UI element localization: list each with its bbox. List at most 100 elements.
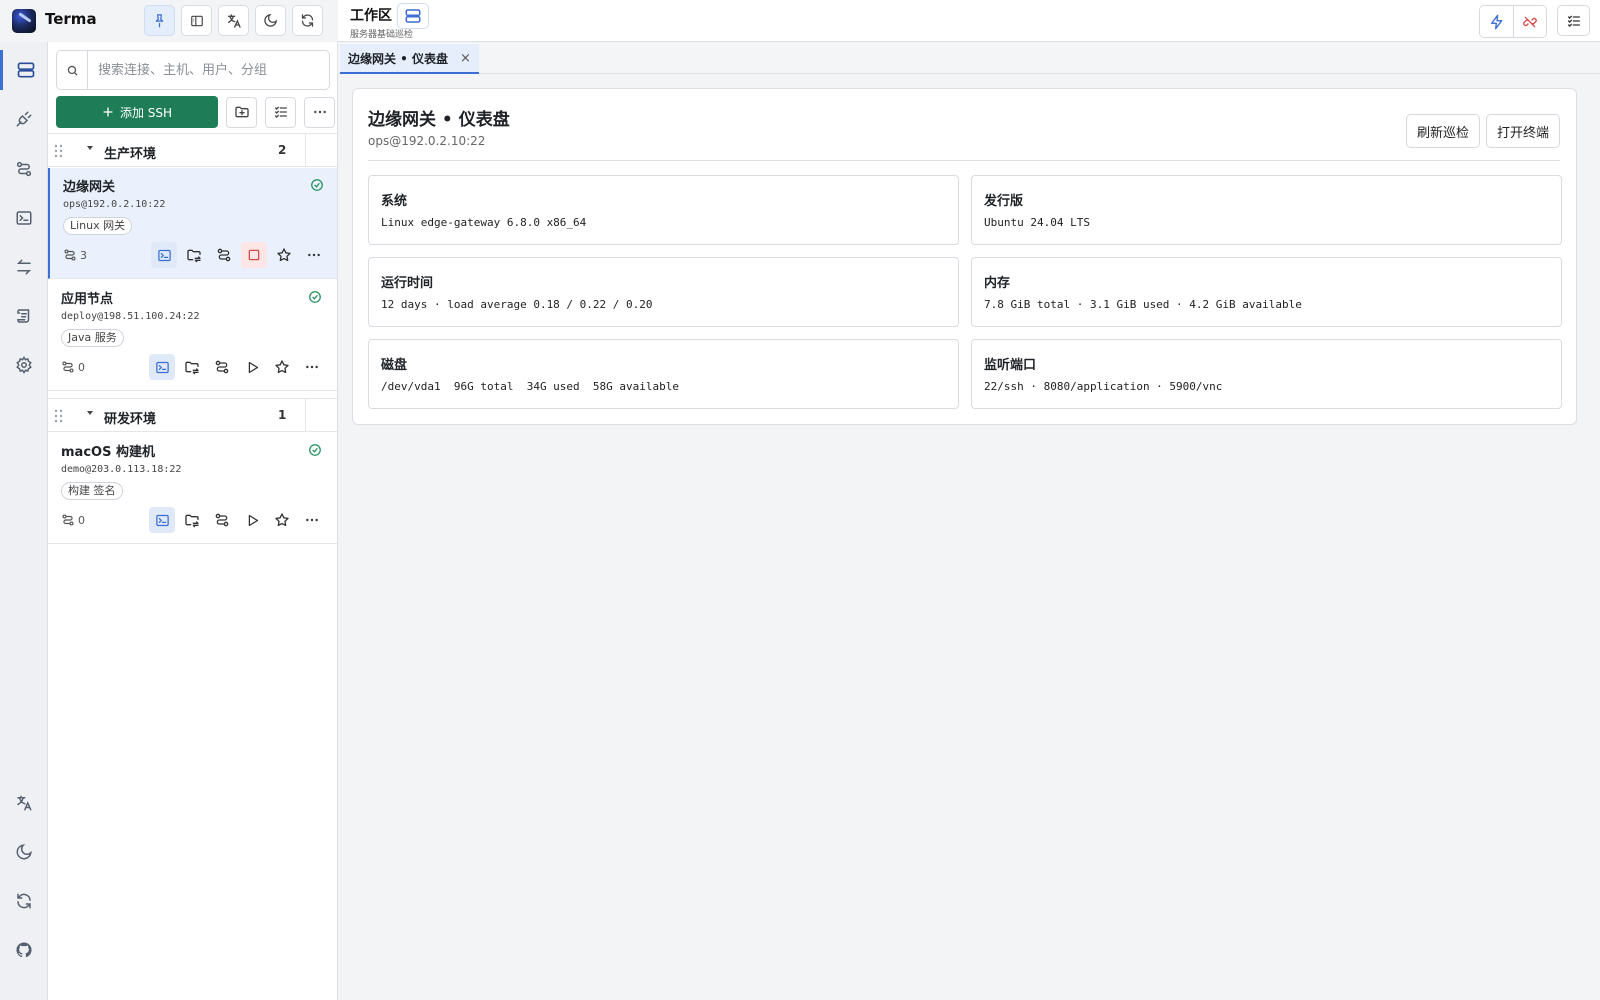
checklist-icon [274,106,287,118]
group-header-production[interactable]: 生产环境 2 [48,133,337,167]
toggle-sidebar-button[interactable] [181,5,212,36]
folder-plus-icon [234,106,249,118]
star-icon [275,360,289,374]
route-icon [62,514,74,526]
sftp-button[interactable] [181,242,207,268]
sftp-button[interactable] [179,354,205,380]
favorite-button[interactable] [269,354,295,380]
caret-down-icon[interactable] [87,411,93,415]
new-folder-button[interactable] [226,96,257,128]
activity-github[interactable] [0,930,48,970]
tunnel-button[interactable] [209,354,235,380]
refresh-button[interactable] [292,5,323,36]
host-more-button[interactable] [301,242,327,268]
search-input[interactable] [87,51,329,89]
host-card-app-node[interactable]: 应用节点 deploy@198.51.100.24:22 Java 服务 0 [48,280,337,391]
search-box [56,50,330,90]
caret-down-icon[interactable] [87,146,93,150]
open-terminal-button[interactable]: 打开终端 [1485,114,1560,148]
batch-select-button[interactable] [265,96,296,128]
play-button[interactable] [239,507,265,533]
dashboard-actions: 刷新巡检 打开终端 [1405,114,1560,148]
refresh-inspection-button[interactable]: 刷新巡检 [1405,114,1480,148]
unlink-icon [1523,16,1537,27]
card-value: 7.8 GiB total · 3.1 GiB used · 4.2 GiB a… [984,298,1302,311]
terminal-icon [157,249,171,261]
activity-sync[interactable] [0,881,48,921]
open-terminal-button[interactable] [149,507,175,533]
add-ssh-button[interactable]: 添加 SSH [56,96,218,128]
layout-button[interactable] [397,3,429,29]
tunnel-button[interactable] [209,507,235,533]
more-icon [313,110,326,114]
card-label: 内存 [984,276,1011,291]
gear-icon [16,356,32,374]
host-name: 应用节点 [61,292,114,307]
info-card-memory: 内存 7.8 GiB total · 3.1 GiB used · 4.2 Gi… [971,257,1562,327]
group-count: 1 [278,408,287,422]
task-list-button[interactable] [1557,5,1590,36]
play-button[interactable] [239,354,265,380]
group-count: 2 [278,143,287,157]
activity-scripts[interactable] [0,296,48,336]
star-icon [275,513,289,527]
activity-settings[interactable] [0,345,48,385]
stop-button[interactable] [241,242,267,268]
language-button[interactable] [218,5,249,36]
card-label: 磁盘 [381,358,408,373]
pin-button[interactable] [144,5,175,36]
moon-icon [264,14,277,27]
search-icon [57,51,87,89]
favorite-button[interactable] [269,507,295,533]
checklist-icon [1567,15,1580,27]
quick-actions-group [1479,5,1547,38]
disconnect-all-button[interactable] [1513,6,1546,37]
more-icon [308,253,320,257]
more-icon [306,365,318,369]
activity-terminal[interactable] [0,198,48,238]
open-terminal-button[interactable] [151,242,177,268]
close-icon[interactable]: × [460,51,471,66]
pin-icon [155,14,164,28]
card-value: Ubuntu 24.04 LTS [984,216,1090,229]
host-actions-row: 添加 SSH [56,96,335,128]
activity-tunnels[interactable] [0,149,48,189]
host-address: deploy@198.51.100.24:22 [61,311,200,322]
info-card-disk: 磁盘 /dev/vda1 96G total 34G used 58G avai… [368,339,959,409]
route-icon [62,361,74,373]
favorite-button[interactable] [271,242,297,268]
sftp-button[interactable] [179,507,205,533]
host-more-button[interactable] [299,354,325,380]
group-header-development[interactable]: 研发环境 1 [48,398,337,432]
add-ssh-label: 添加 SSH [119,105,173,120]
connection-count: 3 [63,248,87,262]
tunnel-button[interactable] [211,242,237,268]
host-more-button[interactable] [299,507,325,533]
more-button[interactable] [304,96,335,128]
host-name: macOS 构建机 [61,445,155,460]
host-card-edge-gateway[interactable]: 边缘网关 ops@192.0.2.10:22 Linux 网关 3 [48,168,337,279]
activity-hosts[interactable] [0,50,48,90]
host-card-macos-builder[interactable]: macOS 构建机 demo@203.0.113.18:22 构建 签名 0 [48,433,337,544]
tab-dashboard[interactable]: 边缘网关 • 仪表盘 × [340,44,479,74]
tab-label: 边缘网关 • 仪表盘 [348,51,449,66]
activity-theme[interactable] [0,832,48,872]
terminal-icon [16,211,32,225]
status-online-icon [308,290,322,304]
star-icon [277,248,291,262]
activity-transfer[interactable] [0,247,48,287]
activity-language[interactable] [0,783,48,823]
activity-connections[interactable] [0,99,48,139]
status-online-icon [310,178,324,192]
host-address: ops@192.0.2.10:22 [63,199,166,210]
divider [305,134,306,166]
quick-connect-button[interactable] [1480,6,1513,37]
theme-button[interactable] [255,5,286,36]
dashboard-subtitle: ops@192.0.2.10:22 [368,134,486,148]
host-actions [149,354,325,380]
open-terminal-button[interactable] [149,354,175,380]
play-icon [248,514,258,526]
route-icon [16,161,32,177]
more-icon [306,518,318,522]
activity-bar [0,42,48,1000]
